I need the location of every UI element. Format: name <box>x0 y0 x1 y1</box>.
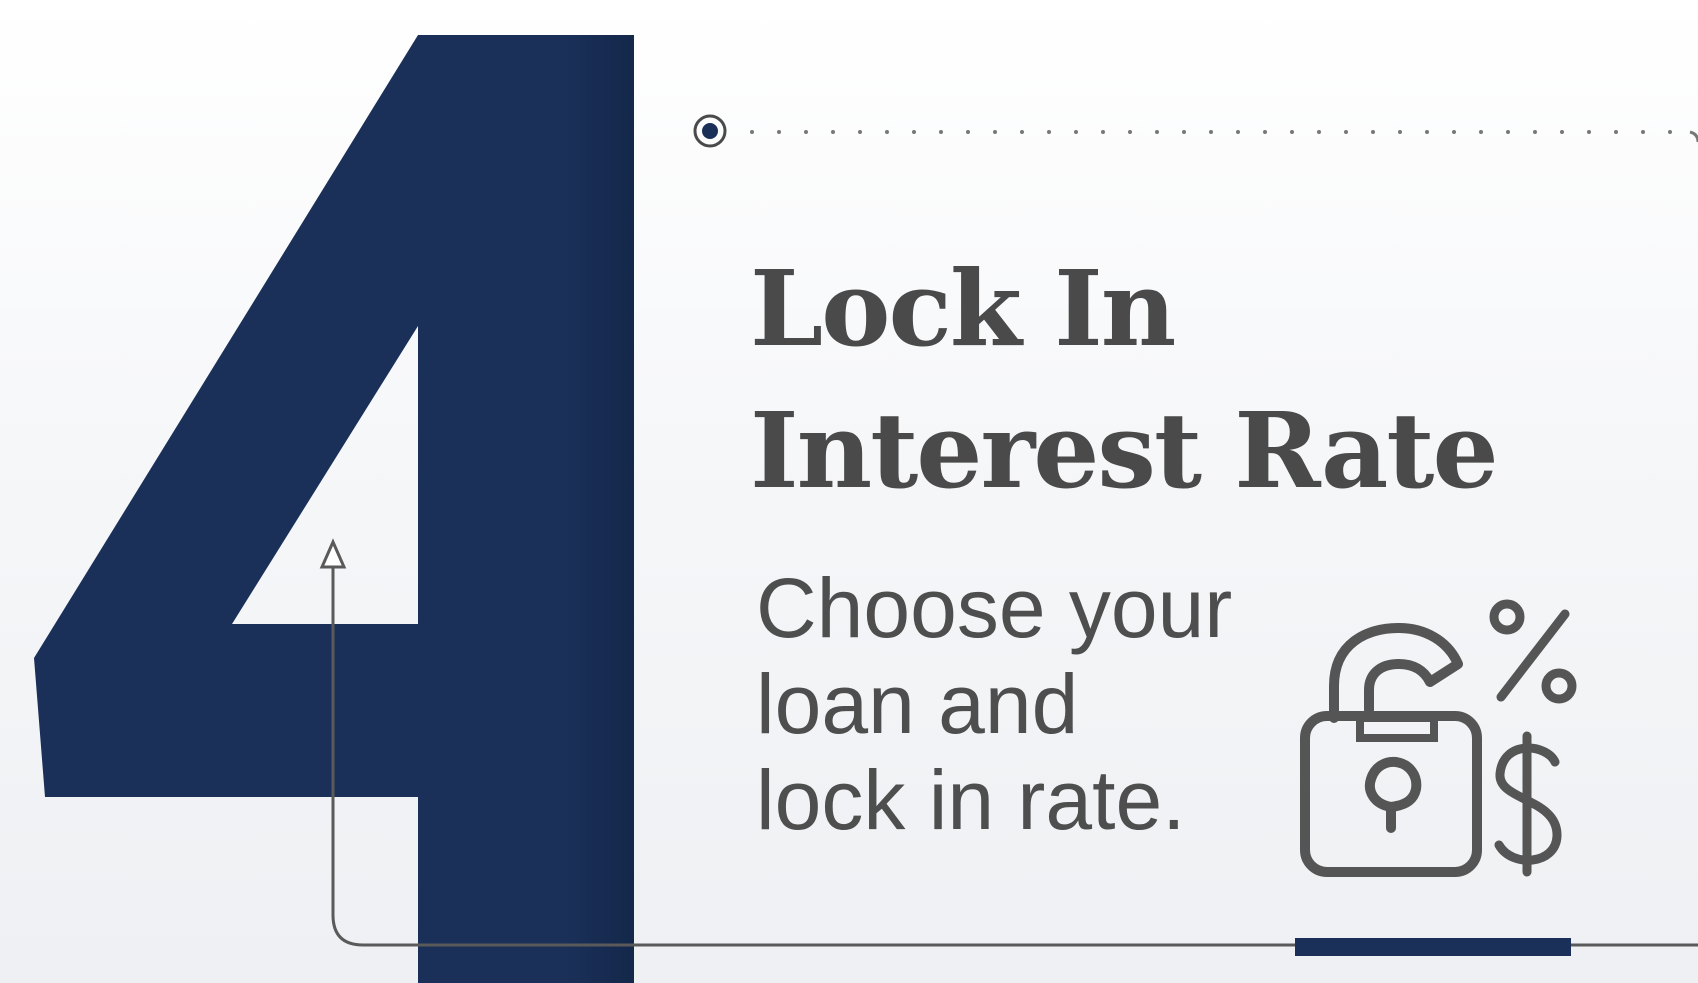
timeline-corner-line <box>1689 130 1698 143</box>
step-card: 4 Lock In Interest Rate Choose your loan… <box>0 0 1698 983</box>
step-description-line-1: Choose your <box>756 561 1233 655</box>
timeline-start-dot <box>702 123 718 139</box>
step-description-line-3: lock in rate. <box>756 753 1186 847</box>
step-title-line-2: Interest Rate <box>750 389 1499 512</box>
step-title-line-1: Lock In <box>750 247 1176 370</box>
dollar-icon <box>1494 731 1562 877</box>
step-description-line-2: loan and <box>756 657 1079 751</box>
accent-underline <box>1295 938 1571 956</box>
step-number: 4 <box>800 62 806 73</box>
rate-lock-icon-group <box>1295 598 1605 888</box>
step-description: Choose your loan and lock in rate. <box>756 560 1232 848</box>
connector-arrow-icon <box>319 538 347 569</box>
open-padlock-icon <box>1300 623 1482 877</box>
step-title: Lock In Interest Rate <box>750 238 1499 522</box>
rate-lock-icon-svg <box>1300 599 1577 877</box>
percent-icon <box>1489 599 1577 704</box>
